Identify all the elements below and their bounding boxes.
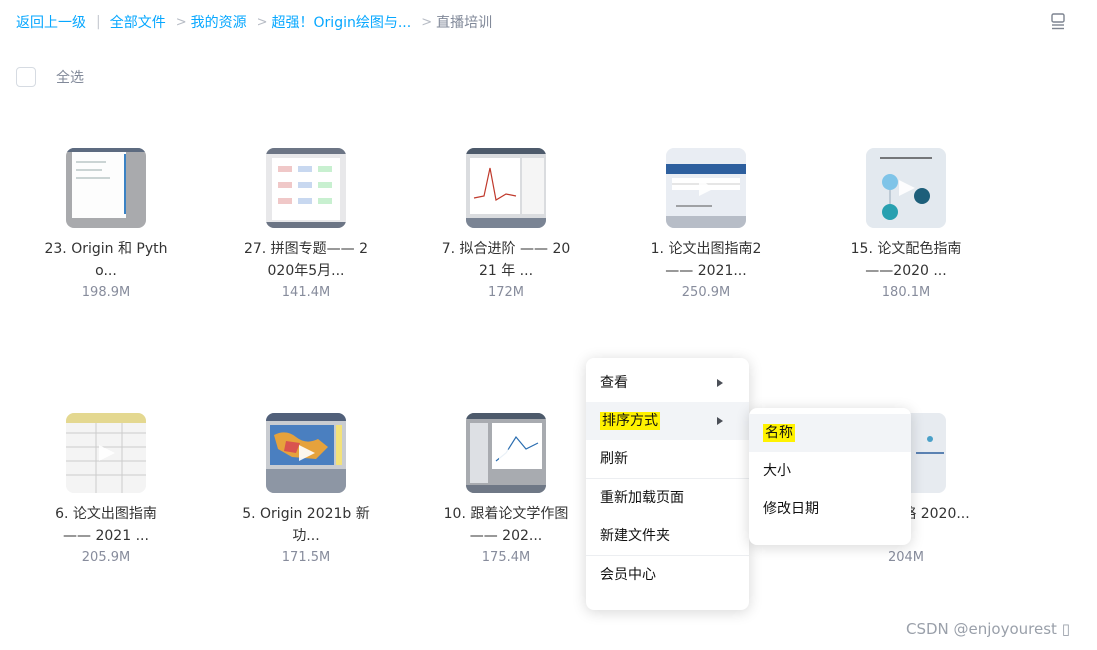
chevron-right-icon: > (421, 14, 433, 30)
file-size: 171.5M (281, 550, 331, 565)
file-name: 23. Origin 和 Pytho... (44, 241, 168, 279)
play-icon (499, 445, 515, 461)
file-name: 5. Origin 2021b 新功... (242, 506, 370, 544)
play-icon (299, 445, 315, 461)
breadcrumb-all-files[interactable]: 全部文件 (110, 12, 166, 32)
video-thumbnail (466, 148, 546, 228)
file-item[interactable]: 1. 论文出图指南2 —— 2021... 250.9M (636, 148, 776, 300)
file-size: 175.4M (481, 550, 531, 565)
breadcrumb-divider: | (96, 14, 101, 30)
file-size: 172M (487, 285, 525, 300)
video-thumbnail (266, 413, 346, 493)
file-size: 204M (887, 550, 925, 565)
submenu-arrow-icon (717, 379, 723, 387)
file-item[interactable]: 7. 拟合进阶 —— 2021 年 ... 172M (436, 148, 576, 300)
breadcrumb: 返回上一级 | 全部文件 > 我的资源 > 超强！Origin绘图与... > … (16, 12, 492, 32)
menu-item-label: 新建文件夹 (600, 528, 670, 544)
breadcrumb-current: 直播培训 (436, 15, 493, 31)
video-thumbnail (666, 148, 746, 228)
menu-item-label: 重新加载页面 (600, 490, 684, 506)
menu-item-reload-page[interactable]: 重新加载页面 (586, 479, 749, 517)
video-thumbnail (466, 413, 546, 493)
play-icon (499, 180, 515, 196)
sort-by-name[interactable]: 名称 (749, 414, 911, 452)
file-name: 27. 拼图专题—— 2020年5月... (243, 241, 369, 279)
file-name: 10. 跟着论文学作图 —— 202... (443, 506, 569, 544)
file-item[interactable]: 6. 论文出图指南 —— 2021 ... 205.9M (36, 413, 176, 565)
watermark: CSDN @enjoyourest ▯ (906, 620, 1070, 638)
menu-item-label: 修改日期 (763, 501, 819, 517)
file-item[interactable]: 10. 跟着论文学作图 —— 202... 175.4M (436, 413, 576, 565)
back-link[interactable]: 返回上一级 (16, 12, 86, 32)
menu-item-label: 排序方式 (600, 412, 660, 430)
sort-by-modified-date[interactable]: 修改日期 (749, 490, 911, 528)
menu-item-label: 查看 (600, 375, 628, 391)
menu-item-refresh[interactable]: 刷新 (586, 440, 749, 478)
file-item[interactable]: 23. Origin 和 Pytho... 198.9M (36, 148, 176, 300)
menu-item-label: 刷新 (600, 451, 628, 467)
menu-item-label: 名称 (763, 424, 795, 442)
chevron-right-icon: > (175, 14, 187, 30)
menu-item-vip-center[interactable]: 会员中心 (586, 556, 749, 594)
context-menu: 查看 排序方式 刷新 重新加载页面 新建文件夹 会员中心 (586, 358, 749, 610)
file-size: 205.9M (81, 550, 131, 565)
select-all-label: 全选 (56, 70, 84, 86)
select-all[interactable]: 全选 (16, 67, 84, 87)
sort-submenu: 名称 大小 修改日期 (749, 408, 911, 545)
breadcrumb-my-resources[interactable]: 我的资源 (191, 12, 247, 32)
play-icon (699, 180, 715, 196)
video-thumbnail (66, 148, 146, 228)
file-size: 141.4M (281, 285, 331, 300)
menu-item-label: 大小 (763, 463, 791, 479)
chevron-right-icon: > (256, 14, 268, 30)
file-item[interactable]: 5. Origin 2021b 新功... 171.5M (236, 413, 376, 565)
breadcrumb-origin-folder[interactable]: 超强！Origin绘图与... (272, 12, 412, 32)
select-all-checkbox[interactable] (16, 67, 36, 87)
video-thumbnail (66, 413, 146, 493)
submenu-arrow-icon (717, 417, 723, 425)
file-name: 15. 论文配色指南 ——2020 ... (850, 241, 962, 279)
file-item[interactable]: 27. 拼图专题—— 2020年5月... 141.4M (236, 148, 376, 300)
file-size: 180.1M (881, 285, 931, 300)
menu-item-view[interactable]: 查看 (586, 364, 749, 402)
file-size: 250.9M (681, 285, 731, 300)
file-size: 198.9M (81, 285, 131, 300)
menu-item-new-folder[interactable]: 新建文件夹 (586, 517, 749, 555)
file-name: 1. 论文出图指南2 —— 2021... (650, 241, 762, 279)
menu-item-sort[interactable]: 排序方式 (586, 402, 749, 440)
play-icon (99, 445, 115, 461)
menu-item-label: 会员中心 (600, 567, 656, 583)
play-icon (899, 180, 915, 196)
file-item[interactable]: 15. 论文配色指南 ——2020 ... 180.1M (836, 148, 976, 300)
video-thumbnail (266, 148, 346, 228)
sort-by-size[interactable]: 大小 (749, 452, 911, 490)
file-name: 7. 拟合进阶 —— 2021 年 ... (441, 241, 571, 279)
file-name: 6. 论文出图指南 —— 2021 ... (55, 506, 157, 544)
video-thumbnail (866, 148, 946, 228)
list-view-icon[interactable] (1050, 13, 1066, 30)
